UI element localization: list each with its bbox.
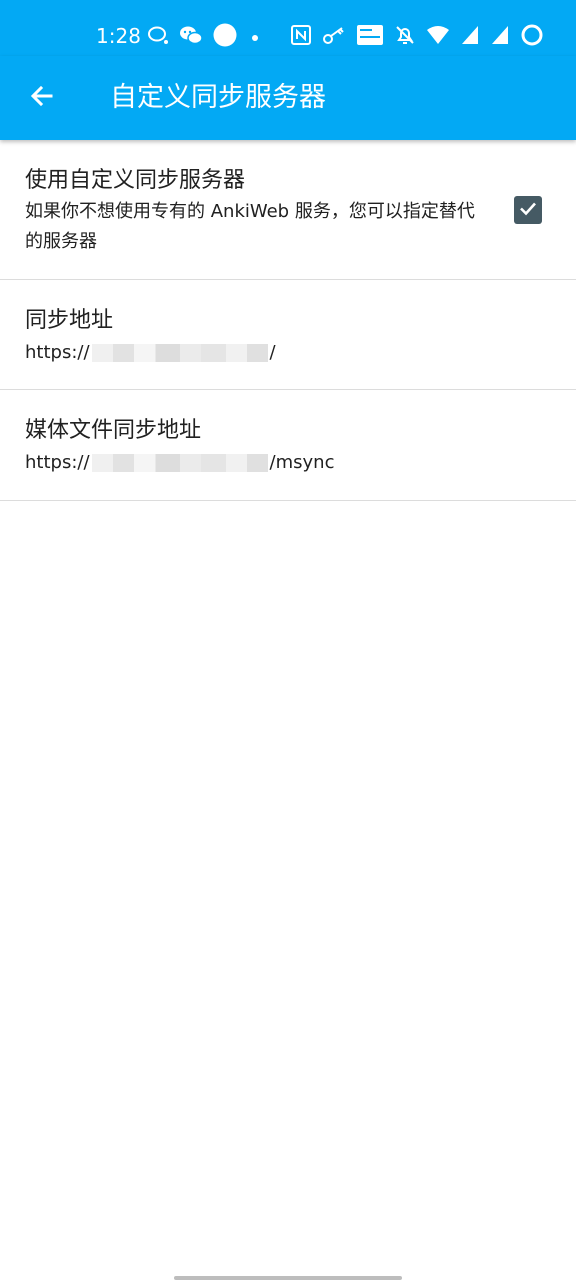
key-icon: [322, 24, 346, 50]
pref-sync-url[interactable]: 同步地址 https:// /: [0, 280, 576, 390]
gesture-nav-handle[interactable]: [174, 1276, 402, 1280]
pref-use-custom-server[interactable]: 使用自定义同步服务器 如果你不想使用专有的 AnkiWeb 服务，您可以指定替代…: [0, 140, 576, 280]
circle-icon: [212, 22, 238, 52]
pref-media-sync-url[interactable]: 媒体文件同步地址 https:// /msync: [0, 390, 576, 501]
pref-summary: 如果你不想使用专有的 AnkiWeb 服务，您可以指定替代的服务器: [25, 201, 475, 252]
bell-off-icon: [394, 24, 416, 50]
redacted-url: [91, 344, 268, 362]
arrow-left-icon: [28, 82, 56, 114]
status-left-icons: [146, 22, 264, 52]
battery-icon: [520, 23, 544, 51]
url-suffix: /: [269, 342, 276, 363]
dot-icon: [246, 28, 264, 47]
redacted-url: [91, 454, 268, 472]
url-suffix: /msync: [269, 452, 335, 473]
status-bar: 1:28: [0, 0, 576, 56]
signal-icon-2: [490, 24, 510, 50]
url-prefix: https://: [25, 342, 90, 363]
pref-summary: https:// /msync: [25, 448, 334, 478]
pref-summary: https:// /: [25, 338, 276, 368]
page-title: 自定义同步服务器: [110, 82, 326, 113]
toolbar: 自定义同步服务器: [0, 56, 576, 140]
checkmark-icon: [517, 197, 539, 223]
wifi-icon: [426, 24, 450, 50]
signal-icon: [460, 24, 480, 50]
checkbox[interactable]: [514, 196, 542, 224]
pref-title: 使用自定义同步服务器: [25, 168, 246, 193]
pref-title: 媒体文件同步地址: [25, 418, 202, 443]
bubble-icon: [146, 24, 170, 50]
volte-icon: [356, 24, 384, 50]
preference-list: 使用自定义同步服务器 如果你不想使用专有的 AnkiWeb 服务，您可以指定替代…: [0, 140, 576, 501]
back-button[interactable]: [20, 76, 64, 120]
status-time: 1:28: [96, 24, 141, 48]
pref-title: 同步地址: [25, 308, 114, 333]
status-right-icons: [290, 24, 544, 50]
nfc-icon: [290, 24, 312, 50]
wechat-icon: [178, 24, 204, 50]
url-prefix: https://: [25, 452, 90, 473]
